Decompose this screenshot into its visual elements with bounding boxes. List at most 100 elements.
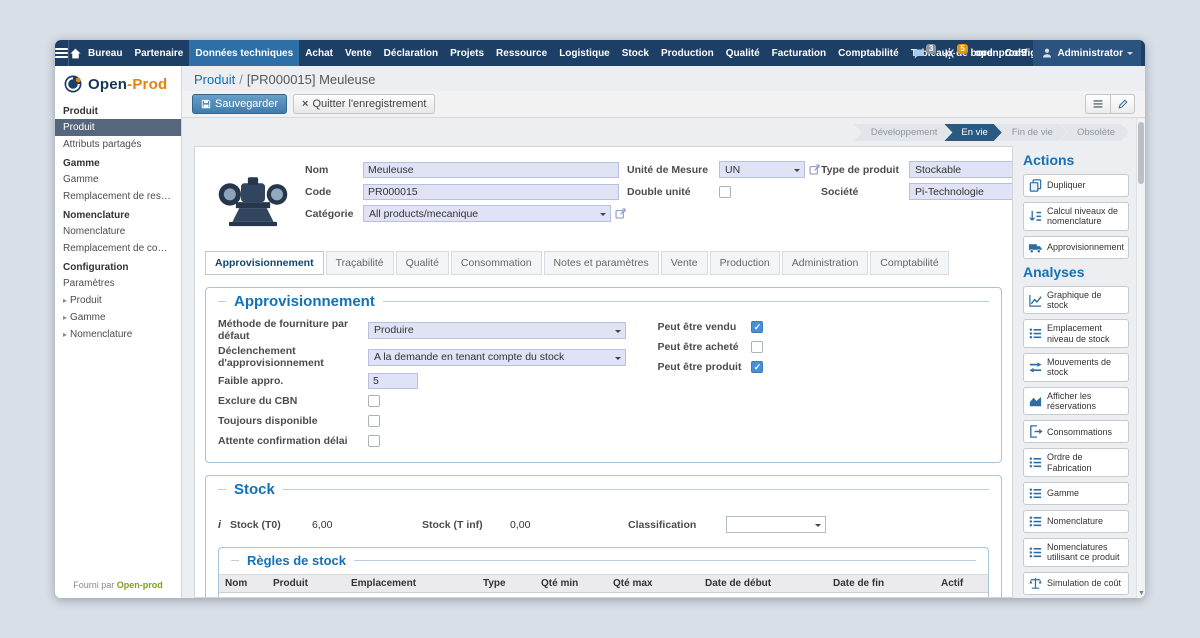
tab-approvisionnement[interactable]: Approvisionnement	[205, 251, 324, 275]
discard-button[interactable]: × Quitter l'enregistrement	[293, 94, 435, 114]
rules-col-actif[interactable]: Actif	[935, 575, 988, 593]
rules-col-nom[interactable]: Nom	[219, 575, 267, 593]
home-icon	[69, 47, 82, 60]
sidebar-item-config-gamme[interactable]: ▸Gamme	[55, 309, 181, 326]
sidebar-item-config-produit[interactable]: ▸Produit	[55, 292, 181, 309]
name-input[interactable]	[363, 162, 619, 178]
rules-col-produit[interactable]: Produit	[267, 575, 345, 593]
menu-item-stock[interactable]: Stock	[616, 40, 655, 66]
category-open-record-button[interactable]	[614, 207, 627, 220]
menu-item-vente[interactable]: Vente	[339, 40, 378, 66]
analysis-emplacement-niveau-button[interactable]: Emplacement niveau de stock	[1023, 319, 1129, 348]
category-select[interactable]: All products/mecanique	[363, 205, 611, 222]
product-image[interactable]	[207, 161, 299, 237]
uom-select[interactable]: UN	[719, 161, 805, 178]
analysis-afficher-reservations-button[interactable]: Afficher les réservations	[1023, 387, 1129, 416]
menu-item-partenaire[interactable]: Partenaire	[128, 40, 189, 66]
analysis-nomenclature-button[interactable]: Nomenclature	[1023, 510, 1129, 533]
menu-item-comptabilite[interactable]: Comptabilité	[832, 40, 905, 66]
footer-brand-link[interactable]: Open-prod	[117, 580, 163, 590]
menu-item-bureau[interactable]: Bureau	[82, 40, 128, 66]
tab-comptabilite[interactable]: Comptabilité	[870, 251, 948, 275]
list-view-button[interactable]	[1085, 94, 1110, 114]
sidebar-item-gamme[interactable]: Gamme	[55, 171, 181, 188]
sidebar-item-remplacement-ressource[interactable]: Remplacement de ressour...	[55, 188, 181, 205]
menu-item-ressource[interactable]: Ressource	[490, 40, 553, 66]
stock-moves-icon	[1028, 360, 1043, 375]
scrollbar-down-arrow[interactable]: ▼	[1137, 590, 1145, 597]
menu-item-logistique[interactable]: Logistique	[553, 40, 616, 66]
analysis-simulation-de-cout-button[interactable]: Simulation de coût	[1023, 572, 1129, 595]
analysis-graphique-de-stock-button[interactable]: Graphique de stock	[1023, 286, 1129, 315]
tab-qualite[interactable]: Qualité	[396, 251, 449, 275]
vertical-scrollbar[interactable]: ▼	[1136, 119, 1145, 598]
add-stock-rule-link[interactable]: Ajouter un élément	[225, 597, 313, 598]
tab-administration[interactable]: Administration	[782, 251, 869, 275]
sidebar-item-remplacement-composant[interactable]: Remplacement de compo...	[55, 240, 181, 257]
analysis-mouvements-de-stock-button[interactable]: Mouvements de stock	[1023, 353, 1129, 382]
analysis-gamme-button[interactable]: Gamme	[1023, 482, 1129, 505]
always-available-checkbox[interactable]	[368, 415, 380, 427]
menu-item-projets[interactable]: Projets	[444, 40, 490, 66]
product-type-select[interactable]: Stockable	[909, 161, 1013, 178]
uom-open-record-button[interactable]	[808, 163, 821, 176]
tab-tracabilite[interactable]: Traçabilité	[326, 251, 394, 275]
message-bubble-icon	[912, 47, 925, 60]
breadcrumb: Produit/[PR000015] Meuleuse	[182, 66, 1145, 91]
action-approvisionnement-button[interactable]: Approvisionnement	[1023, 236, 1129, 259]
breadcrumb-section-link[interactable]: Produit	[194, 72, 235, 87]
scrollbar-thumb[interactable]	[1138, 122, 1144, 184]
menu-item-facturation[interactable]: Facturation	[766, 40, 832, 66]
status-step-en-vie[interactable]: En vie	[944, 124, 1001, 141]
action-dupliquer-button[interactable]: Dupliquer	[1023, 174, 1129, 197]
menu-item-declaration[interactable]: Déclaration	[378, 40, 444, 66]
sidebar-item-nomenclature[interactable]: Nomenclature	[55, 223, 181, 240]
status-step-obsolete[interactable]: Obsolète	[1060, 124, 1129, 141]
sidebar-item-config-nomenclature[interactable]: ▸Nomenclature	[55, 326, 181, 343]
classification-select[interactable]	[726, 516, 826, 533]
alerts-button[interactable]: 5	[943, 47, 967, 60]
can-sell-checkbox[interactable]	[751, 321, 763, 333]
tab-production[interactable]: Production	[710, 251, 780, 275]
tab-consommation[interactable]: Consommation	[451, 251, 542, 275]
dual-unit-checkbox[interactable]	[719, 186, 731, 198]
wait-confirmation-checkbox[interactable]	[368, 435, 380, 447]
status-step-fin-de-vie[interactable]: Fin de vie	[995, 124, 1067, 141]
sidebar-item-produit[interactable]: Produit	[55, 119, 181, 136]
tab-notes-et-parametres[interactable]: Notes et paramètres	[544, 251, 659, 275]
menu-item-donnees-techniques[interactable]: Données techniques	[189, 40, 299, 66]
rules-col-date-fin[interactable]: Date de fin	[827, 575, 935, 593]
menu-item-achat[interactable]: Achat	[299, 40, 339, 66]
can-buy-checkbox[interactable]	[751, 341, 763, 353]
menu-item-production[interactable]: Production	[655, 40, 720, 66]
exclude-cbn-checkbox[interactable]	[368, 395, 380, 407]
supply-method-select[interactable]: Produire	[368, 322, 626, 339]
menu-item-qualite[interactable]: Qualité	[720, 40, 766, 66]
action-calcul-niveaux-button[interactable]: Calcul niveaux de nomenclature	[1023, 202, 1129, 231]
save-button[interactable]: Sauvegarder	[192, 94, 287, 114]
can-produce-checkbox[interactable]	[751, 361, 763, 373]
low-procurement-input[interactable]	[368, 373, 418, 389]
analysis-ordre-de-fabrication-button[interactable]: Ordre de Fabrication	[1023, 448, 1129, 477]
sidebar-item-attributs-partages[interactable]: Attributs partagés	[55, 136, 181, 153]
tab-vente[interactable]: Vente	[661, 251, 708, 275]
rules-col-qte-min[interactable]: Qté min	[535, 575, 607, 593]
sidebar-item-parametres[interactable]: Paramètres	[55, 275, 181, 292]
rules-col-date-debut[interactable]: Date de début	[699, 575, 827, 593]
rules-col-qte-max[interactable]: Qté max	[607, 575, 699, 593]
rules-col-type[interactable]: Type	[477, 575, 535, 593]
user-menu[interactable]: Administrator	[1033, 40, 1141, 66]
analysis-nomenclatures-utilisant-button[interactable]: Nomenclatures utilisant ce produit	[1023, 538, 1129, 567]
code-input[interactable]	[363, 184, 619, 200]
expand-arrow-icon: ▸	[63, 330, 67, 339]
form-view-button[interactable]	[1110, 94, 1135, 114]
form-sheet: Nom Code Catégorie All	[194, 146, 1013, 598]
analysis-consommations-button[interactable]: Consommations	[1023, 420, 1129, 443]
status-step-developpement[interactable]: Développement	[854, 124, 952, 141]
procurement-trigger-select[interactable]: A la demande en tenant compte du stock	[368, 349, 626, 366]
rules-col-emplacement[interactable]: Emplacement	[345, 575, 477, 593]
messages-button[interactable]: 3	[912, 47, 936, 60]
home-button[interactable]	[69, 40, 82, 66]
company-select[interactable]: Pi-Technologie	[909, 183, 1013, 200]
menu-toggle-button[interactable]	[55, 40, 69, 66]
